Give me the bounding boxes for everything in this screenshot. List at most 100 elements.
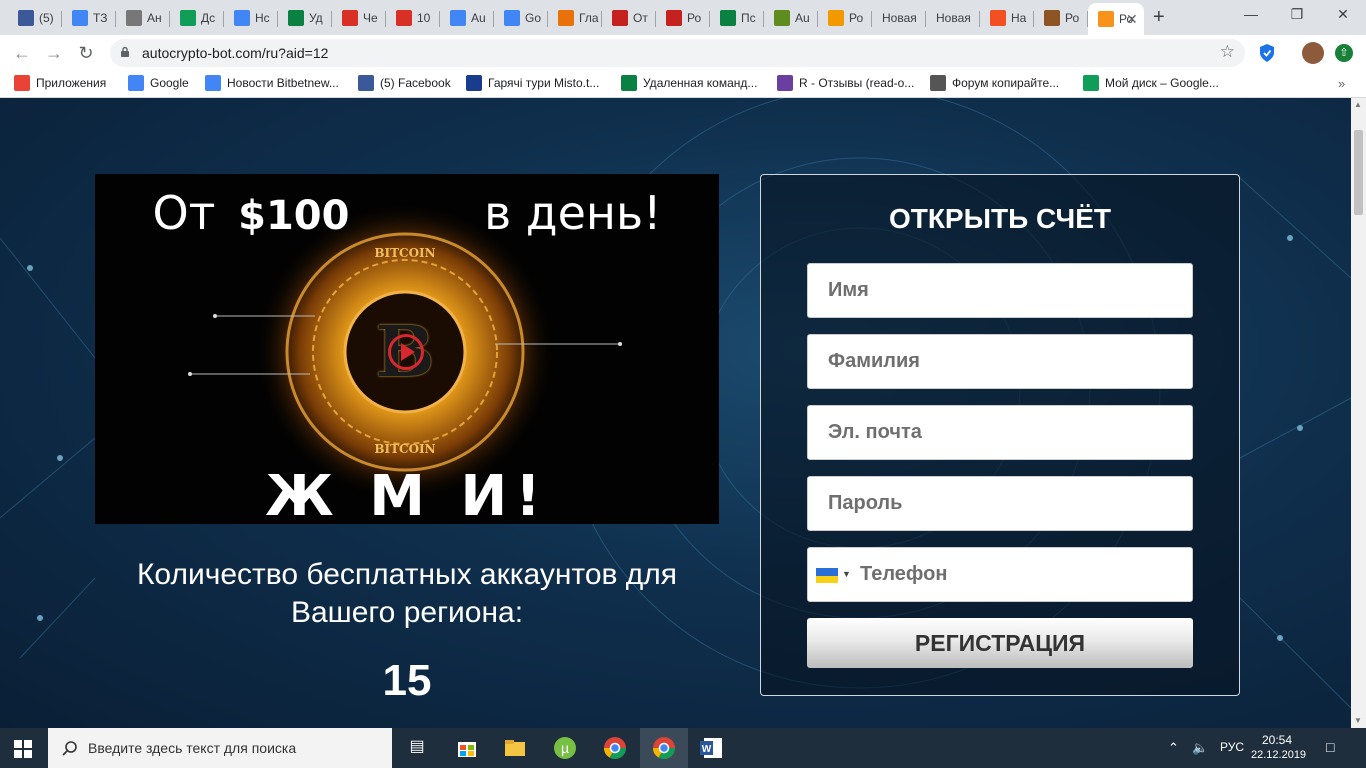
browser-tab[interactable]: Пс: [710, 4, 764, 32]
play-icon[interactable]: [401, 343, 415, 361]
close-tab-icon[interactable]: ✕: [1126, 11, 1138, 28]
restore-button[interactable]: ❐: [1274, 6, 1320, 23]
minimize-button[interactable]: —: [1228, 6, 1274, 22]
bookmark-item[interactable]: Google: [128, 75, 189, 91]
browser-tab[interactable]: На: [980, 4, 1034, 32]
phone-field[interactable]: ▼ Телефон: [807, 547, 1193, 602]
address-bar[interactable]: autocrypto-bot.com/ru?aid=12 ☆: [110, 39, 1245, 67]
last-name-field[interactable]: Фамилия: [807, 334, 1193, 389]
promo-cta-text[interactable]: Ж М И!: [95, 464, 719, 524]
back-button[interactable]: ←: [10, 41, 34, 65]
tab-label: Пс: [741, 11, 756, 25]
check-icon: [666, 10, 682, 26]
forward-button[interactable]: →: [42, 41, 66, 65]
browser-tab[interactable]: (5): [8, 4, 62, 32]
first-name-field[interactable]: Имя: [807, 263, 1193, 318]
registration-form: ОТКРЫТЬ СЧЁТ Имя Фамилия Эл. почта Парол…: [760, 174, 1240, 696]
bookmark-star-icon[interactable]: ☆: [1220, 42, 1235, 62]
browser-tab[interactable]: Ро: [656, 4, 710, 32]
browser-tab[interactable]: От: [602, 4, 656, 32]
chrome-icon: [653, 737, 675, 759]
notifications-icon[interactable]: □: [1326, 739, 1334, 755]
tab-label: Ро: [849, 11, 864, 25]
register-button[interactable]: РЕГИСТРАЦИЯ: [807, 618, 1193, 668]
browser-tab[interactable]: Au: [764, 4, 818, 32]
ukraine-flag-icon[interactable]: [816, 568, 838, 583]
scroll-up-icon[interactable]: ▲: [1354, 100, 1362, 109]
clock-date[interactable]: 22.12.2019: [1251, 749, 1306, 761]
promo-headline: От $100 в день!: [95, 186, 719, 240]
browser-tab[interactable]: Гла: [548, 4, 602, 32]
language-indicator[interactable]: РУС: [1220, 740, 1244, 754]
url-text[interactable]: autocrypto-bot.com/ru?aid=12: [142, 45, 328, 61]
bookmark-item[interactable]: (5) Facebook: [358, 75, 451, 91]
browser-tab[interactable]: Новая: [926, 4, 980, 32]
fm-icon: [612, 10, 628, 26]
browser-tab[interactable]: Go: [494, 4, 548, 32]
email-field[interactable]: Эл. почта: [807, 405, 1193, 460]
browser-tab[interactable]: Уд: [278, 4, 332, 32]
facebook-icon: [18, 10, 34, 26]
store-icon[interactable]: [455, 736, 479, 760]
m-icon: [466, 75, 482, 91]
chrome-profile-icon[interactable]: [603, 736, 627, 760]
password-field[interactable]: Пароль: [807, 476, 1193, 531]
start-button[interactable]: [14, 740, 32, 758]
shield-extension-icon[interactable]: [1258, 43, 1276, 63]
bookmark-item[interactable]: Форум копирайте...: [930, 75, 1059, 91]
tab-label: Гла: [579, 11, 599, 25]
browser-tab[interactable]: Ро ✕: [1088, 3, 1144, 35]
update-icon[interactable]: ⇧: [1335, 44, 1353, 62]
svg-text:W: W: [702, 744, 712, 755]
taskbar-search[interactable]: Введите здесь текст для поиска: [48, 728, 392, 768]
browser-tab[interactable]: Ро: [818, 4, 872, 32]
bookmark-label: (5) Facebook: [380, 76, 451, 90]
password-placeholder: Пароль: [828, 492, 903, 514]
tab-label: Нс: [255, 11, 270, 25]
utorrent-icon[interactable]: µ: [553, 736, 577, 760]
page-scrollbar[interactable]: ▲ ▼: [1351, 98, 1366, 728]
close-window-button[interactable]: ✕: [1320, 6, 1366, 23]
chrome-taskbar-item[interactable]: [640, 728, 688, 768]
tab-label: Ро: [687, 11, 702, 25]
email-placeholder: Эл. почта: [828, 421, 922, 443]
browser-tab[interactable]: Новая: [872, 4, 926, 32]
new-tab-button[interactable]: +: [1153, 6, 1165, 29]
speaker-icon[interactable]: 🔈: [1192, 740, 1208, 756]
clock-time[interactable]: 20:54: [1262, 733, 1292, 747]
word-icon[interactable]: W: [700, 736, 724, 760]
coin-label-bottom: BITCOIN: [374, 442, 436, 456]
scrollbar-thumb[interactable]: [1354, 130, 1363, 215]
windows-taskbar: Введите здесь текст для поиска ▤ µ W ⌃ 🔈…: [0, 728, 1366, 768]
country-dropdown-icon[interactable]: ▼: [842, 569, 851, 579]
task-view-icon[interactable]: ▤: [405, 736, 429, 760]
reload-button[interactable]: ↻: [74, 41, 98, 65]
tab-label: Au: [471, 11, 486, 25]
browser-tab[interactable]: Дс: [170, 4, 224, 32]
bookmark-item[interactable]: R - Отзывы (read-o...: [777, 75, 914, 91]
browser-tab[interactable]: Че: [332, 4, 386, 32]
translate-icon: [504, 10, 520, 26]
browser-tab[interactable]: ТЗ: [62, 4, 116, 32]
svg-text:µ: µ: [561, 740, 569, 756]
file-explorer-icon[interactable]: [503, 736, 527, 760]
bookmark-item[interactable]: Удаленная команд...: [621, 75, 757, 91]
bookmark-item[interactable]: Новости Bitbetnew...: [205, 75, 339, 91]
tab-label: На: [1011, 11, 1027, 25]
bookmark-label: Новости Bitbetnew...: [227, 76, 339, 90]
tab-label: Ан: [147, 11, 162, 25]
promo-banner[interactable]: BITCOIN BITCOIN B От $100 в день! Ж М И!: [95, 174, 719, 524]
browser-tab[interactable]: Ро: [1034, 4, 1088, 32]
tray-chevron-icon[interactable]: ⌃: [1168, 740, 1179, 756]
profile-avatar[interactable]: [1302, 42, 1324, 64]
bookmark-item[interactable]: Приложения: [14, 75, 106, 91]
browser-tab[interactable]: Ан: [116, 4, 170, 32]
scroll-down-icon[interactable]: ▼: [1354, 716, 1362, 725]
browser-tab[interactable]: Нс: [224, 4, 278, 32]
browser-tab[interactable]: 10: [386, 4, 440, 32]
bookmark-item[interactable]: Гарячі тури Misto.t...: [466, 75, 599, 91]
tab-label: Ро: [1065, 11, 1080, 25]
browser-tab[interactable]: Au: [440, 4, 494, 32]
more-bookmarks-icon[interactable]: »: [1338, 76, 1345, 91]
bookmark-item[interactable]: Мой диск – Google...: [1083, 75, 1219, 91]
